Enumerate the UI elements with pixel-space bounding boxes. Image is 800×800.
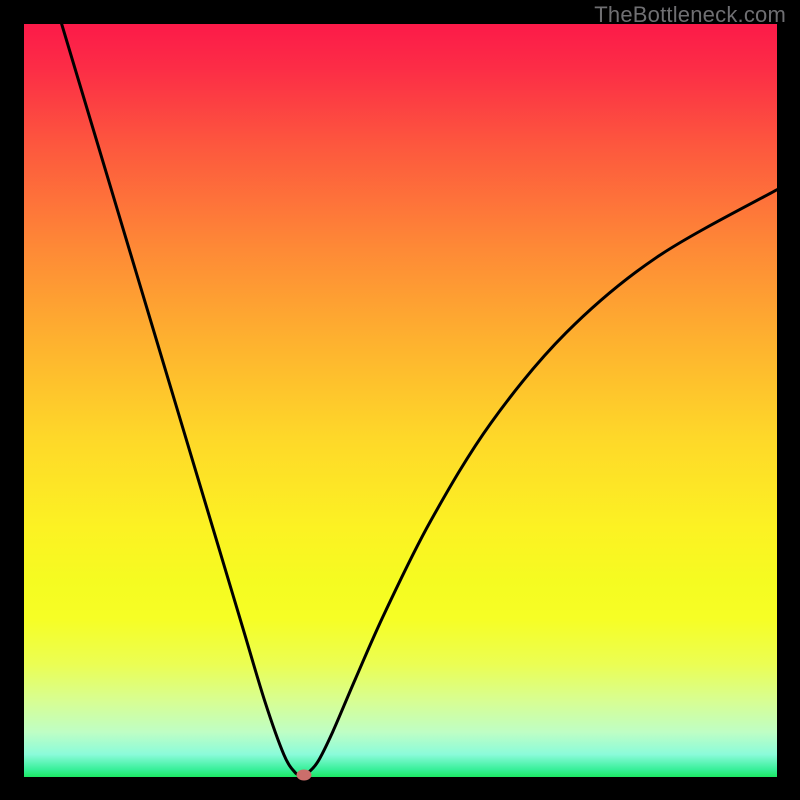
chart-frame: TheBottleneck.com [0,0,800,800]
curve-svg [24,24,777,777]
bottleneck-curve-path [62,24,777,775]
minimum-marker [297,770,312,781]
plot-area [24,24,777,777]
